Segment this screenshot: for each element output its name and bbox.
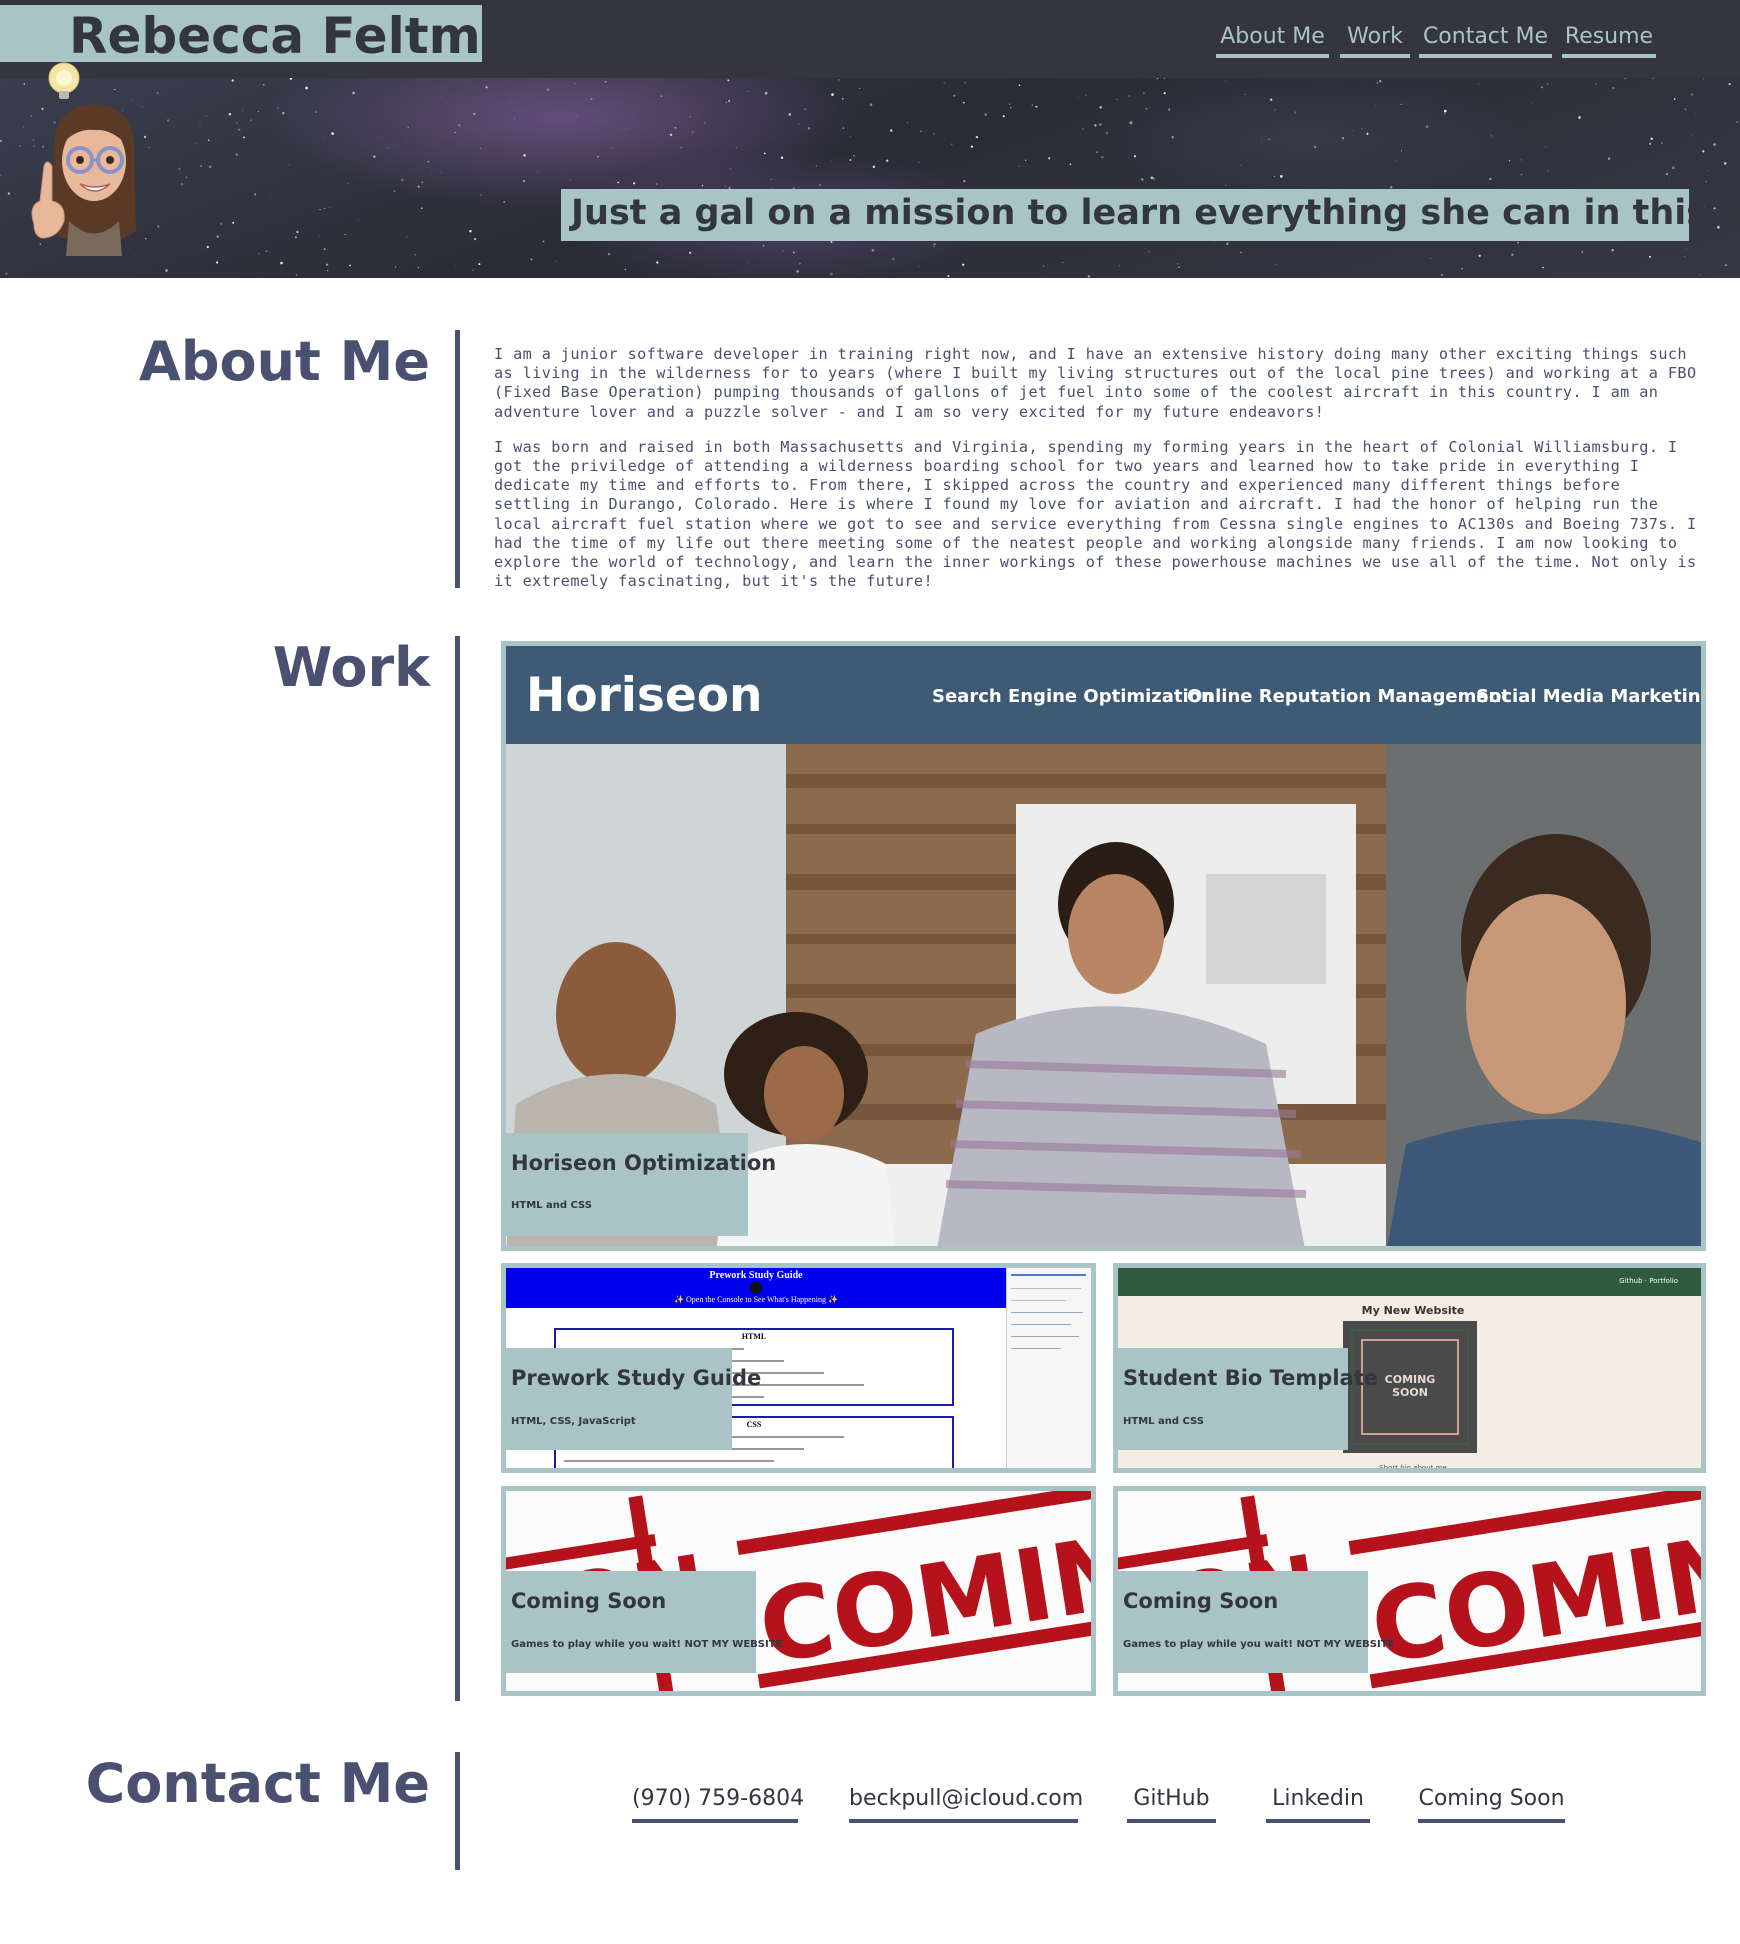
project-title: Horiseon Optimization [511,1151,777,1175]
project-title: Prework Study Guide [511,1366,762,1390]
student-bio-preview-header: Github · Portfolio [1118,1268,1701,1296]
project-title: Coming Soon [511,1589,667,1613]
nav-about-me[interactable]: About Me [1216,20,1329,58]
about-paragraph-2: I was born and raised in both Massachuse… [494,437,1697,591]
project-card-horiseon[interactable]: Horiseon Search Engine Optimization Onli… [501,641,1706,1251]
prework-preview-subtitle: ✨ Open the Console to See What's Happeni… [674,1295,838,1304]
tagline-block: Just a gal on a mission to learn everyth… [561,189,1740,241]
project-tech: HTML, CSS, JavaScript [511,1416,636,1427]
project-card-coming-soon-1[interactable]: OON COMING S Coming Soon Games to play w… [501,1486,1096,1696]
hero-banner: Just a gal on a mission to learn everyth… [0,78,1740,278]
project-card-student-bio[interactable]: Github · Portfolio My New Website COMING… [1113,1263,1706,1473]
work-heading: Work [272,636,430,699]
github-icon [750,1282,762,1294]
lightbulb-icon [48,62,80,99]
devtools-console-panel [1006,1268,1091,1468]
student-bio-preview-footer: Short bio about me [1379,1464,1447,1472]
contact-email-link[interactable]: beckpull@icloud.com [849,1781,1083,1823]
project-title: Coming Soon [1123,1589,1279,1613]
project-card-coming-soon-2[interactable]: OON COMING S Coming Soon Games to play w… [1113,1486,1706,1696]
project-label-coming-soon-1: Coming Soon Games to play while you wait… [506,1571,782,1673]
nav-resume[interactable]: Resume [1562,20,1656,58]
starfield-image [0,78,1738,278]
about-text: I am a junior software developer in trai… [494,345,1704,591]
nav-work[interactable]: Work [1340,20,1410,58]
project-tech: HTML and CSS [511,1200,592,1211]
contact-divider [455,1752,460,1870]
project-label-coming-soon-2: Coming Soon Games to play while you wait… [1118,1571,1394,1673]
site-name-block: Rebecca Feltman [0,5,550,65]
avatar [31,62,136,256]
contact-github-link[interactable]: GitHub [1127,1781,1216,1823]
contact-coming-soon-link[interactable]: Coming Soon [1418,1781,1565,1823]
project-label-horiseon: Horiseon Optimization HTML and CSS [506,1133,776,1236]
horiseon-preview-header: Horiseon Search Engine Optimization Onli… [506,646,1706,744]
contact-linkedin-link[interactable]: Linkedin [1266,1781,1370,1823]
horiseon-nav-smm: Social Media Marketing [1476,686,1706,707]
prework-preview-header: Prework Study Guide ✨ Open the Console t… [506,1268,1006,1308]
horiseon-nav-seo: Search Engine Optimization [932,686,1214,707]
student-bio-preview-nav: Github · Portfolio [1619,1277,1678,1285]
project-tech: HTML and CSS [1123,1416,1204,1427]
project-label-student-bio: Student Bio Template HTML and CSS [1118,1348,1378,1450]
project-title: Student Bio Template [1123,1366,1378,1390]
horiseon-logo: Horiseon [526,668,763,723]
top-bar: Rebecca Feltman About Me Work Contact Me… [0,0,1740,78]
project-tech: Games to play while you wait! NOT MY WEB… [511,1639,783,1650]
contact-phone-link[interactable]: (970) 759-6804 [632,1781,804,1823]
about-divider [455,330,460,588]
about-heading: About Me [139,330,430,393]
project-card-prework[interactable]: Prework Study Guide ✨ Open the Console t… [501,1263,1096,1473]
nav-contact-me[interactable]: Contact Me [1419,20,1552,58]
project-label-prework: Prework Study Guide HTML, CSS, JavaScrip… [506,1348,761,1450]
contact-heading: Contact Me [85,1752,430,1815]
project-tech: Games to play while you wait! NOT MY WEB… [1123,1639,1395,1650]
about-paragraph-1: I am a junior software developer in trai… [494,345,1697,421]
student-bio-preview-title: My New Website [1361,1304,1465,1317]
work-divider [455,636,460,1701]
tagline: Just a gal on a mission to learn everyth… [571,193,1740,233]
prework-preview-title: Prework Study Guide [709,1270,803,1281]
horiseon-nav-orm: Online Reputation Management [1187,686,1510,707]
